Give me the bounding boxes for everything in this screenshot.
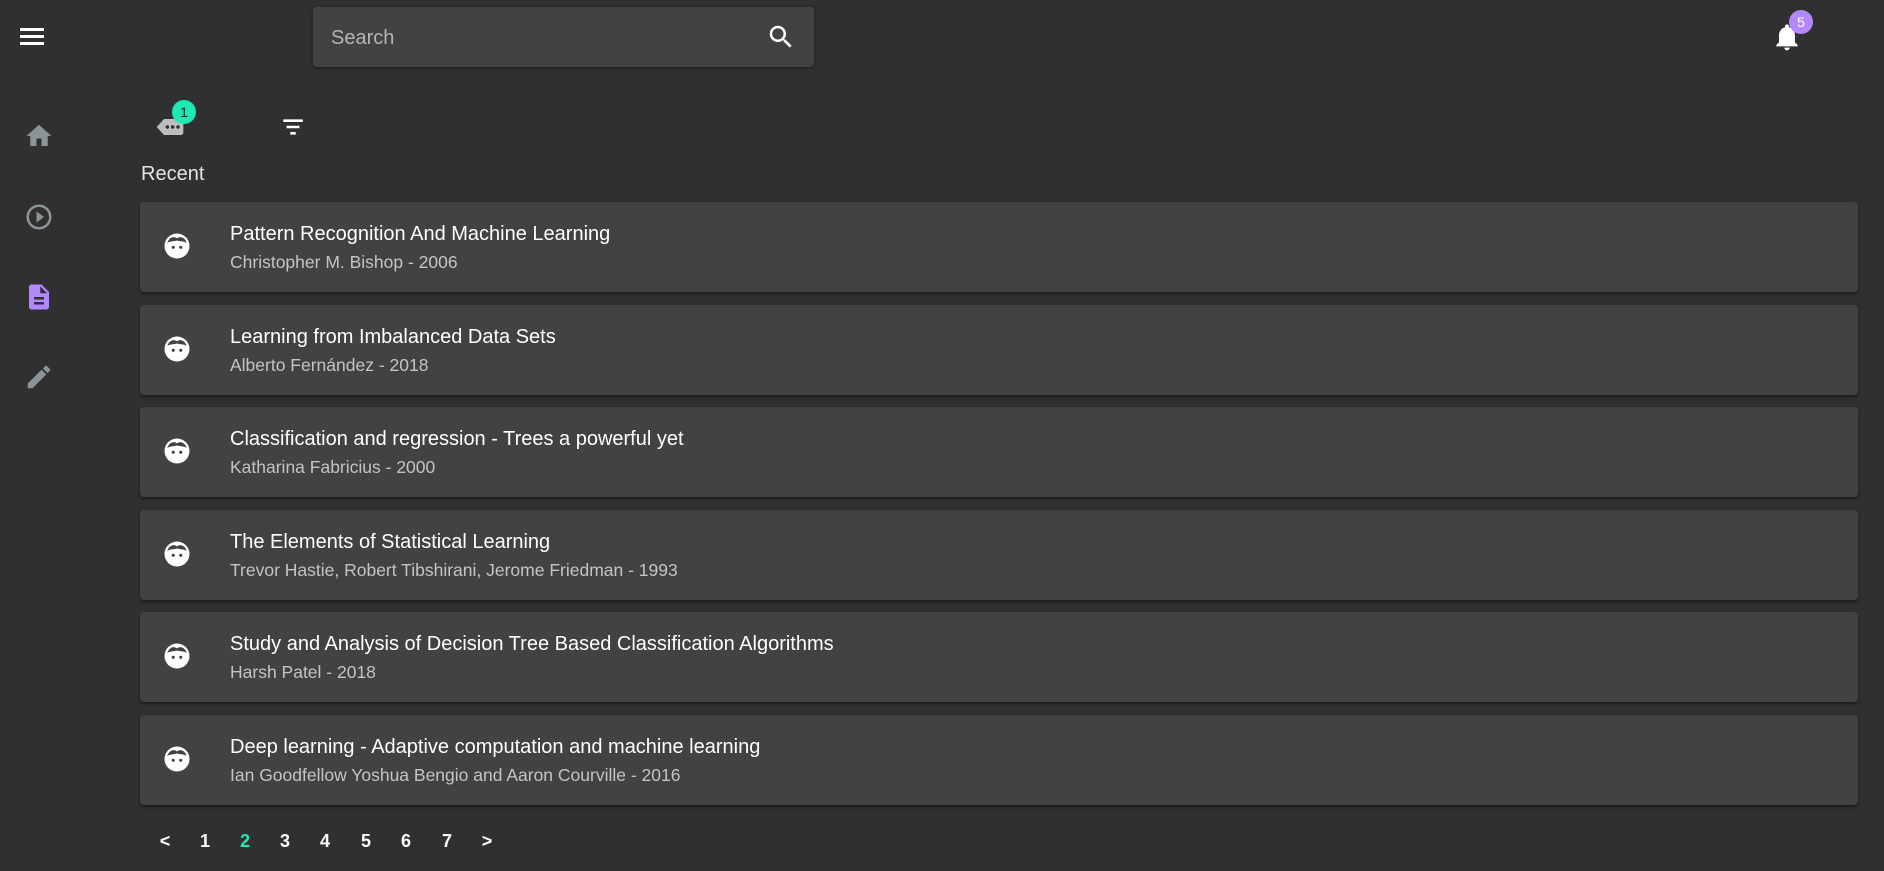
recent-list: Pattern Recognition And Machine Learning… xyxy=(140,202,1858,817)
item-subtitle: Christopher M. Bishop - 2006 xyxy=(230,252,458,272)
search-input[interactable] xyxy=(329,7,753,69)
item-title: Classification and regression - Trees a … xyxy=(230,428,684,450)
home-icon xyxy=(24,121,54,151)
item-subtitle: Ian Goodfellow Yoshua Bengio and Aaron C… xyxy=(230,764,681,785)
filter-icon[interactable] xyxy=(280,114,306,140)
page-button-3[interactable]: 3 xyxy=(270,826,300,856)
list-item[interactable]: The Elements of Statistical Learning Tre… xyxy=(140,509,1858,600)
search-icon[interactable] xyxy=(766,22,796,52)
prev-page-button[interactable]: < xyxy=(150,826,180,856)
item-title: Learning from Imbalanced Data Sets xyxy=(230,325,556,348)
item-subtitle: Alberto Fernández - 2018 xyxy=(230,354,429,375)
page-button-7[interactable]: 7 xyxy=(432,826,462,856)
page-button-2[interactable]: 2 xyxy=(230,826,260,856)
pencil-icon xyxy=(24,362,54,392)
item-subtitle: Harsh Patel - 2018 xyxy=(230,662,376,682)
chat-count-badge: 1 xyxy=(172,100,196,124)
sidebar-item-edit[interactable] xyxy=(24,362,54,392)
list-item[interactable]: Pattern Recognition And Machine Learning… xyxy=(140,202,1858,292)
next-page-button[interactable]: > xyxy=(472,826,502,856)
face-icon xyxy=(162,436,192,466)
list-item[interactable]: Deep learning - Adaptive computation and… xyxy=(140,714,1858,805)
page-button-4[interactable]: 4 xyxy=(310,826,340,856)
search-bar xyxy=(313,7,814,69)
face-icon xyxy=(162,334,192,364)
play-circle-icon xyxy=(24,202,54,232)
notifications-button[interactable]: 5 xyxy=(1771,10,1813,54)
page-button-5[interactable]: 5 xyxy=(351,826,381,856)
notification-count-badge: 5 xyxy=(1789,10,1813,34)
item-title: Pattern Recognition And Machine Learning xyxy=(230,223,611,245)
chat-button[interactable]: 1 xyxy=(154,100,196,143)
page-button-6[interactable]: 6 xyxy=(391,826,421,856)
item-title: Deep learning - Adaptive computation and… xyxy=(230,735,761,758)
item-subtitle: Katharina Fabricius - 2000 xyxy=(230,457,436,477)
list-item[interactable]: Study and Analysis of Decision Tree Base… xyxy=(140,612,1858,702)
page-button-1[interactable]: 1 xyxy=(190,826,220,856)
item-title: The Elements of Statistical Learning xyxy=(230,530,551,553)
sidebar-item-documents[interactable] xyxy=(24,282,54,312)
item-subtitle: Trevor Hastie, Robert Tibshirani, Jerome… xyxy=(230,559,678,580)
sidebar-item-media[interactable] xyxy=(24,202,54,232)
section-title: Recent xyxy=(141,163,205,185)
menu-icon[interactable] xyxy=(18,24,46,48)
face-icon xyxy=(162,231,192,261)
document-icon xyxy=(24,282,54,312)
list-item[interactable]: Classification and regression - Trees a … xyxy=(140,407,1858,497)
face-icon xyxy=(162,641,192,671)
face-icon xyxy=(162,744,192,774)
face-icon xyxy=(162,539,192,569)
sidebar-item-home[interactable] xyxy=(24,121,54,151)
list-item[interactable]: Learning from Imbalanced Data Sets Alber… xyxy=(140,304,1858,395)
item-title: Study and Analysis of Decision Tree Base… xyxy=(230,633,834,655)
